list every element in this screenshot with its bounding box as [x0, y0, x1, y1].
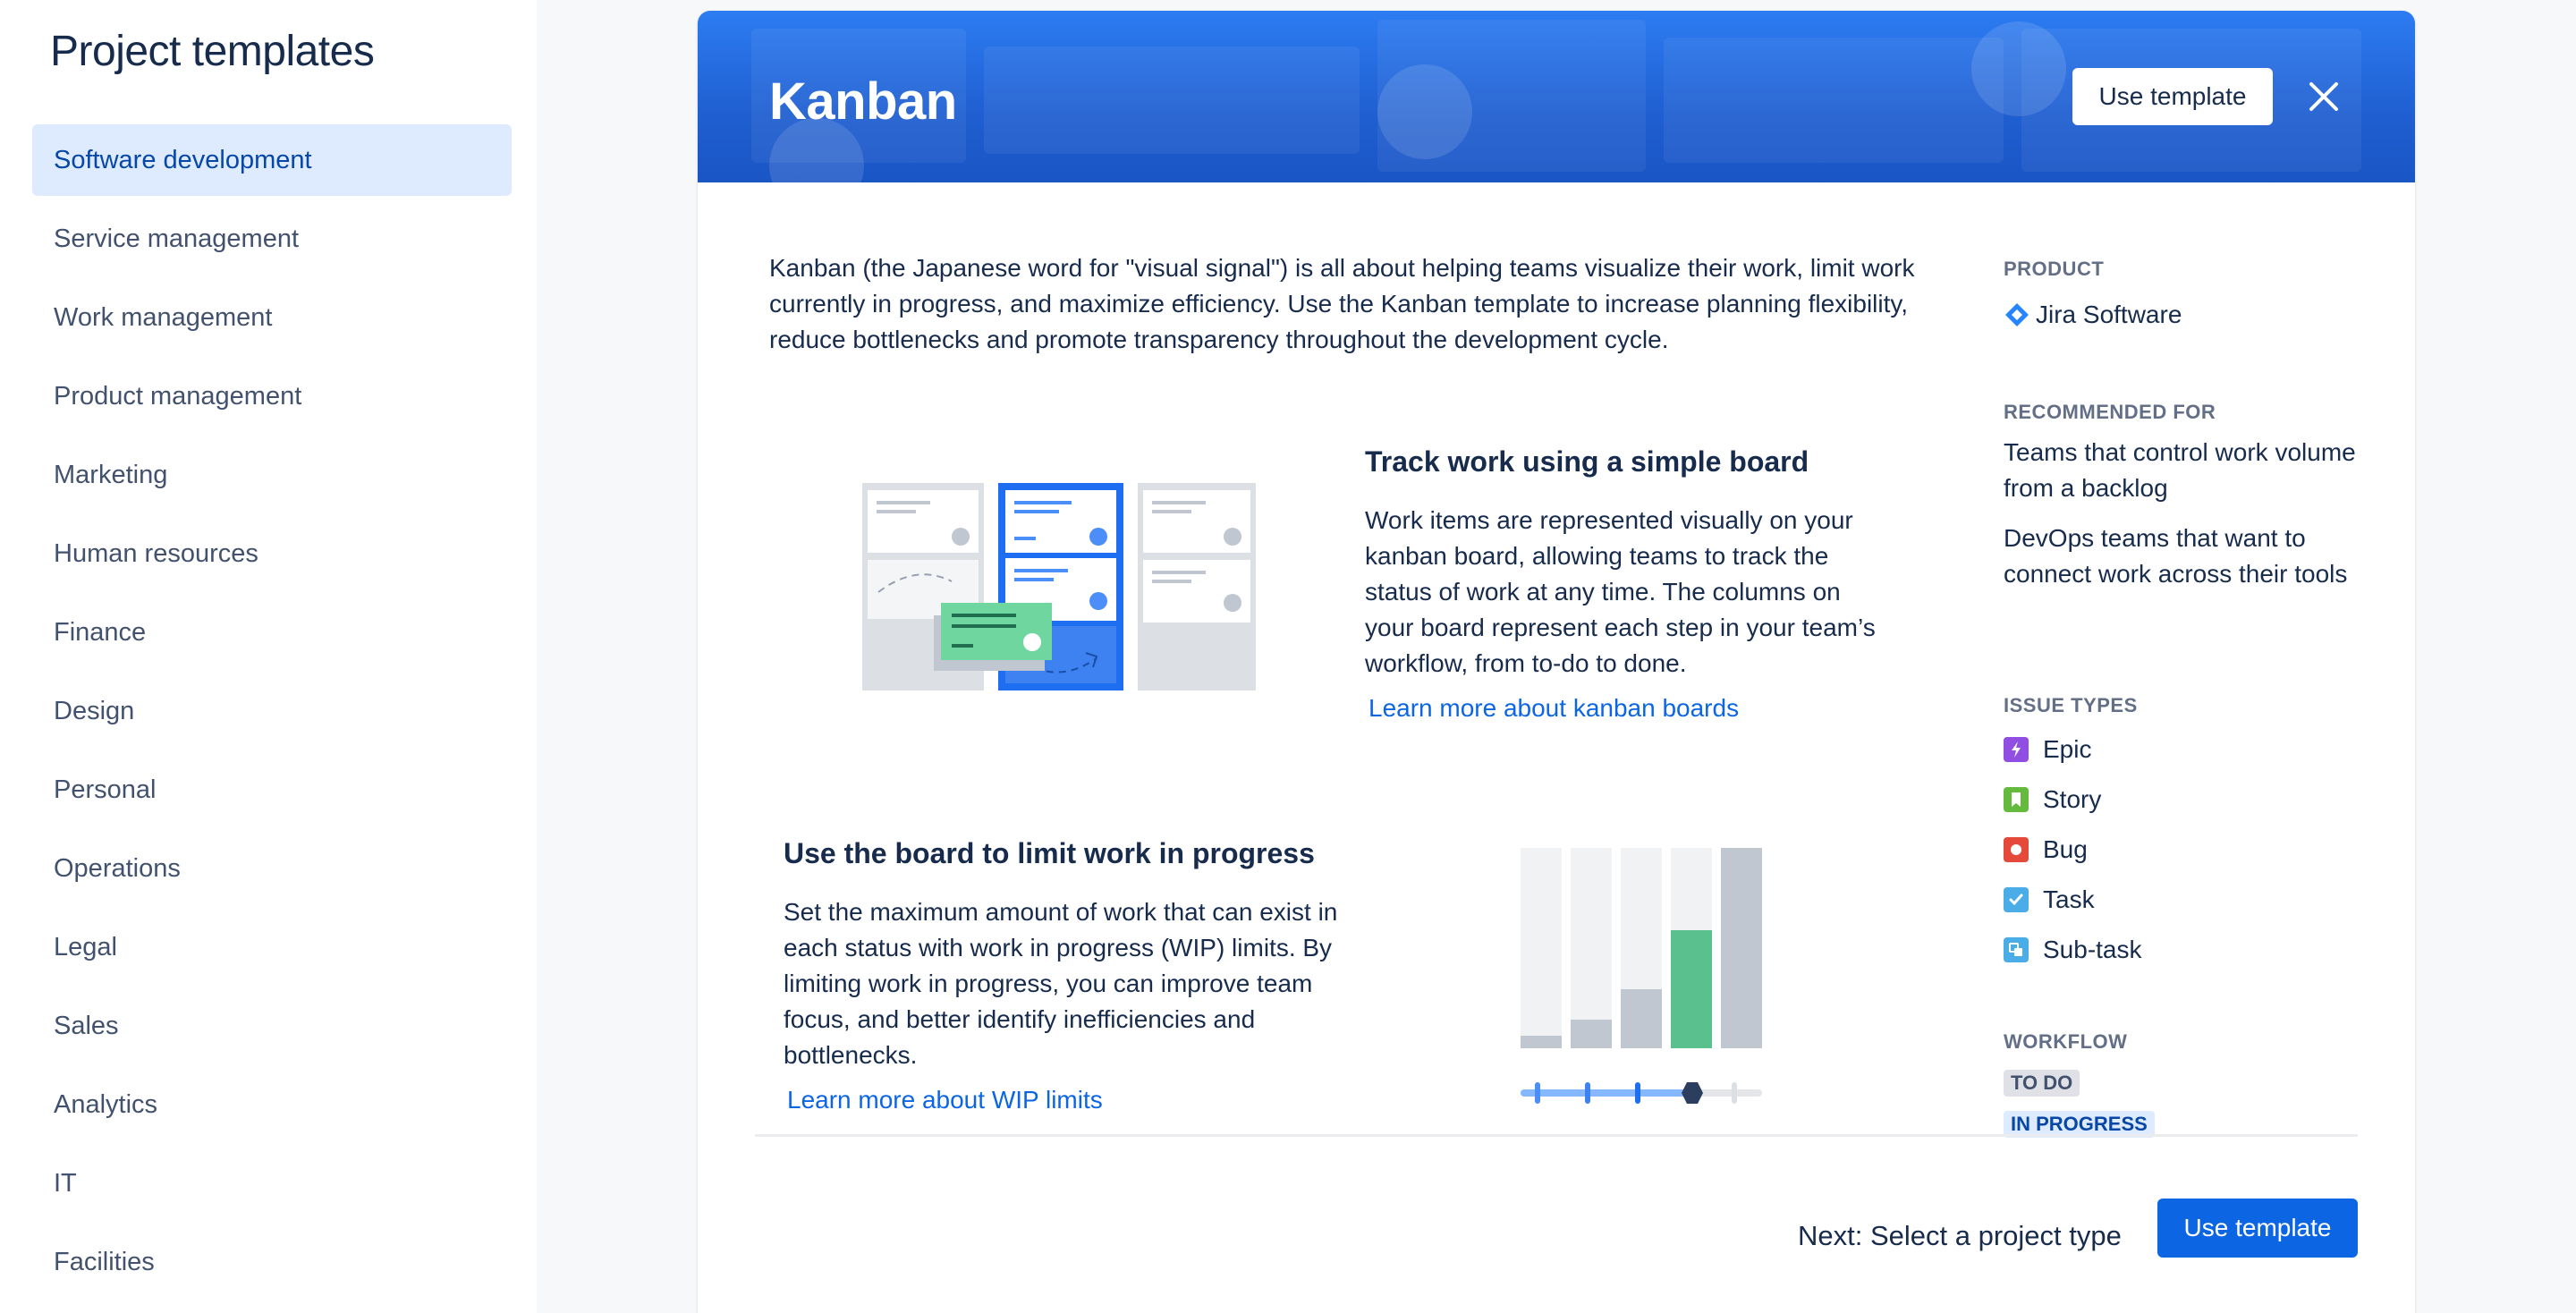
use-template-button-footer[interactable]: Use template — [2157, 1199, 2358, 1258]
section-body-simple-board: Work items are represented visually on y… — [1365, 506, 1876, 677]
template-banner: Kanban Use template — [698, 11, 2415, 182]
template-detail-card: Kanban Use template Kanban (the Japanese… — [698, 11, 2415, 1313]
sidebar-item-it[interactable]: IT — [32, 1148, 512, 1219]
issue-type-label: Sub-task — [2043, 936, 2142, 963]
section-title-wip: Use the board to limit work in progress — [784, 837, 1315, 869]
issue-type-subtask: Sub-task — [2004, 932, 2142, 968]
learn-more-kanban-boards-link[interactable]: Learn more about kanban boards — [1368, 694, 1739, 723]
sidebar-item-facilities[interactable]: Facilities — [32, 1226, 512, 1298]
wip-limits-illustration — [1517, 848, 1776, 1125]
banner-circle — [1971, 21, 2066, 116]
banner-decoration — [984, 47, 1360, 154]
sidebar-item-human-resources[interactable]: Human resources — [32, 518, 512, 589]
recommended-for-label: RECOMMENDED FOR — [2004, 401, 2216, 423]
sidebar-item-work-management[interactable]: Work management — [32, 282, 512, 353]
jira-software-icon — [2004, 301, 2030, 328]
sidebar: Project templates Software development S… — [0, 0, 537, 1313]
sidebar-item-operations[interactable]: Operations — [32, 833, 512, 904]
issue-type-label: Story — [2043, 785, 2102, 813]
product-label: PRODUCT — [2004, 258, 2105, 280]
recommended-item: Teams that control work volume from a ba… — [2004, 438, 2356, 502]
product-name: Jira Software — [2036, 301, 2182, 328]
bug-icon — [2004, 837, 2029, 862]
next-step-text: Next: Select a project type — [1798, 1220, 2122, 1251]
recommended-item: DevOps teams that want to connect work a… — [2004, 524, 2348, 588]
sidebar-item-product-management[interactable]: Product management — [32, 360, 512, 432]
sidebar-item-legal[interactable]: Legal — [32, 911, 512, 983]
sidebar-title: Project templates — [50, 28, 375, 75]
sidebar-item-marketing[interactable]: Marketing — [32, 439, 512, 511]
issue-type-bug: Bug — [2004, 832, 2088, 868]
sidebar-item-design[interactable]: Design — [32, 675, 512, 747]
task-icon — [2004, 887, 2029, 912]
workflow-label: WORKFLOW — [2004, 1030, 2128, 1053]
learn-more-wip-limits-link[interactable]: Learn more about WIP limits — [787, 1086, 1103, 1114]
template-description: Kanban (the Japanese word for "visual si… — [769, 254, 1915, 353]
sidebar-item-finance[interactable]: Finance — [32, 597, 512, 668]
kanban-board-illustration — [862, 483, 1256, 698]
issue-type-label: Bug — [2043, 835, 2088, 863]
product-row: Jira Software — [2004, 301, 2182, 329]
issue-type-task: Task — [2004, 882, 2095, 918]
workflow-status-todo: TO DO — [2004, 1070, 2080, 1097]
subtask-icon — [2004, 937, 2029, 962]
issue-type-story: Story — [2004, 782, 2101, 817]
section-title-simple-board: Track work using a simple board — [1365, 445, 1809, 478]
issue-type-label: Epic — [2043, 735, 2092, 763]
banner-circle — [1377, 64, 1472, 159]
section-body-wip: Set the maximum amount of work that can … — [784, 898, 1338, 1069]
template-title: Kanban — [769, 72, 957, 131]
sidebar-item-sales[interactable]: Sales — [32, 990, 512, 1062]
close-icon[interactable] — [2301, 73, 2347, 120]
issue-type-label: Task — [2043, 885, 2095, 913]
banner-decoration — [1664, 38, 2004, 163]
issue-type-epic: Epic — [2004, 732, 2091, 767]
sidebar-item-software-development[interactable]: Software development — [32, 124, 512, 196]
sidebar-item-analytics[interactable]: Analytics — [32, 1069, 512, 1140]
footer-divider — [755, 1134, 2358, 1137]
sidebar-item-personal[interactable]: Personal — [32, 754, 512, 826]
sidebar-item-service-management[interactable]: Service management — [32, 203, 512, 275]
sidebar-list: Software development Service management … — [32, 124, 512, 1305]
use-template-button-header[interactable]: Use template — [2072, 68, 2273, 125]
story-icon — [2004, 787, 2029, 812]
epic-icon — [2004, 737, 2029, 762]
issue-types-label: ISSUE TYPES — [2004, 694, 2138, 716]
